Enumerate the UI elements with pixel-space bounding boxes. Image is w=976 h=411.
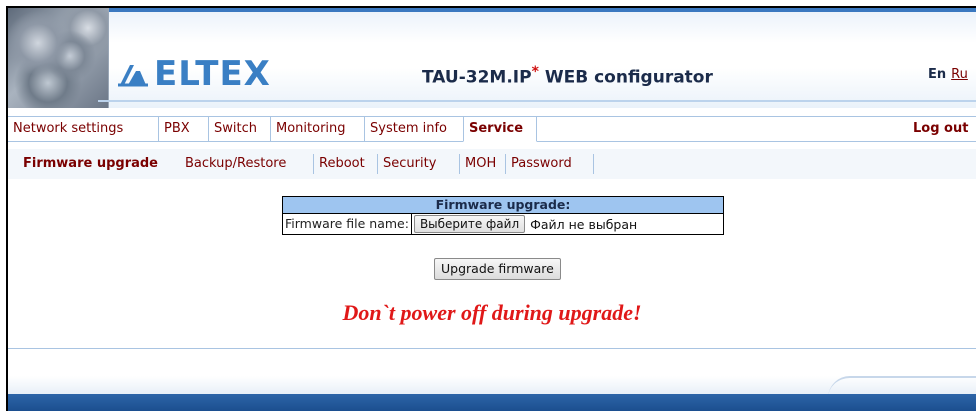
file-status: Файл не выбран <box>530 216 638 232</box>
footer-bar <box>8 394 976 411</box>
firmware-file-label: Firmware file name: <box>283 214 412 234</box>
title-asterisk: * <box>531 64 539 80</box>
tab-system-info[interactable]: System info <box>365 117 463 141</box>
content-divider <box>8 348 976 349</box>
tab-service[interactable]: Service <box>463 116 537 142</box>
upgrade-firmware-button[interactable]: Upgrade firmware <box>434 258 561 280</box>
device-name: TAU-32M.IP <box>422 67 532 88</box>
header: ELTEX TAU-32M.IP* WEB configurator En Ru <box>8 8 976 108</box>
logo-text: ELTEX <box>154 54 271 94</box>
subtab-reboot[interactable]: Reboot <box>314 154 378 174</box>
lang-ru-link[interactable]: Ru <box>951 67 968 82</box>
subtab-firmware-upgrade[interactable]: Firmware upgrade <box>18 154 180 174</box>
tab-monitoring[interactable]: Monitoring <box>271 117 365 141</box>
sub-nav: Firmware upgrade Backup/Restore Reboot S… <box>8 149 976 179</box>
title-suffix: WEB configurator <box>544 67 713 88</box>
lang-en[interactable]: En <box>928 67 946 82</box>
logout-link[interactable]: Log out <box>913 117 968 141</box>
header-photo <box>8 8 109 108</box>
main-nav: Network settings PBX Switch Monitoring S… <box>8 116 976 142</box>
tab-pbx[interactable]: PBX <box>159 117 209 141</box>
language-switcher: En Ru <box>928 67 968 82</box>
logo: ELTEX <box>116 54 271 94</box>
tab-switch[interactable]: Switch <box>209 117 271 141</box>
firmware-table-caption: Firmware upgrade: <box>283 197 723 214</box>
page-title: TAU-32M.IP* WEB configurator <box>422 64 713 88</box>
firmware-upgrade-table: Firmware upgrade: Firmware file name: Вы… <box>282 196 724 235</box>
eltex-logo-icon <box>118 65 148 87</box>
header-top-line <box>8 8 976 12</box>
page-frame: ELTEX TAU-32M.IP* WEB configurator En Ru … <box>6 6 976 411</box>
power-off-warning: Don`t power off during upgrade! <box>342 300 642 325</box>
choose-file-button[interactable]: Выберите файл <box>413 215 526 233</box>
subtab-moh[interactable]: MOH <box>460 154 506 174</box>
subtab-security[interactable]: Security <box>378 154 460 174</box>
subtab-backup-restore[interactable]: Backup/Restore <box>180 154 314 174</box>
firmware-file-row: Firmware file name: Выберите файл Файл н… <box>283 214 723 234</box>
header-divider <box>98 100 976 102</box>
subtab-password[interactable]: Password <box>506 154 594 174</box>
tab-network-settings[interactable]: Network settings <box>8 117 159 141</box>
